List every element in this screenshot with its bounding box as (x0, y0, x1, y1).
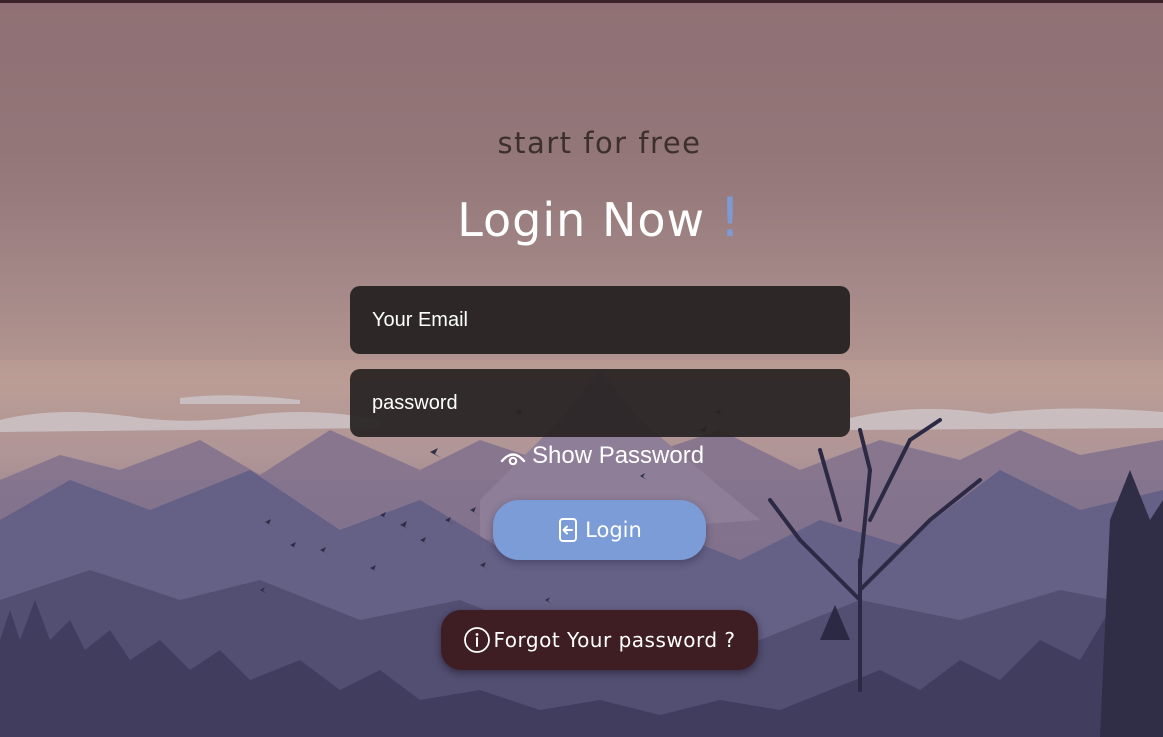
page-subtitle: start for free (497, 126, 702, 160)
show-password-toggle[interactable]: Show Password (500, 440, 704, 472)
password-input[interactable] (350, 369, 850, 437)
login-enter-icon (557, 517, 581, 543)
page-title: Login Now! (0, 186, 1163, 249)
show-password-label: Show Password (532, 442, 705, 469)
email-input[interactable] (350, 286, 850, 354)
title-accent: ! (719, 186, 742, 249)
login-page: start for free Login Now! Show Password (0, 0, 1163, 737)
info-icon (463, 626, 491, 654)
eye-icon (500, 446, 526, 466)
page-title-text: Login Now (457, 193, 706, 247)
login-button-label: Login (585, 518, 642, 542)
forgot-password-button[interactable]: Forgot Your password ? (441, 610, 758, 670)
login-form-container: start for free Login Now! Show Password (0, 0, 1163, 737)
login-button[interactable]: Login (493, 500, 706, 560)
forgot-password-label: Forgot Your password ? (493, 628, 736, 652)
